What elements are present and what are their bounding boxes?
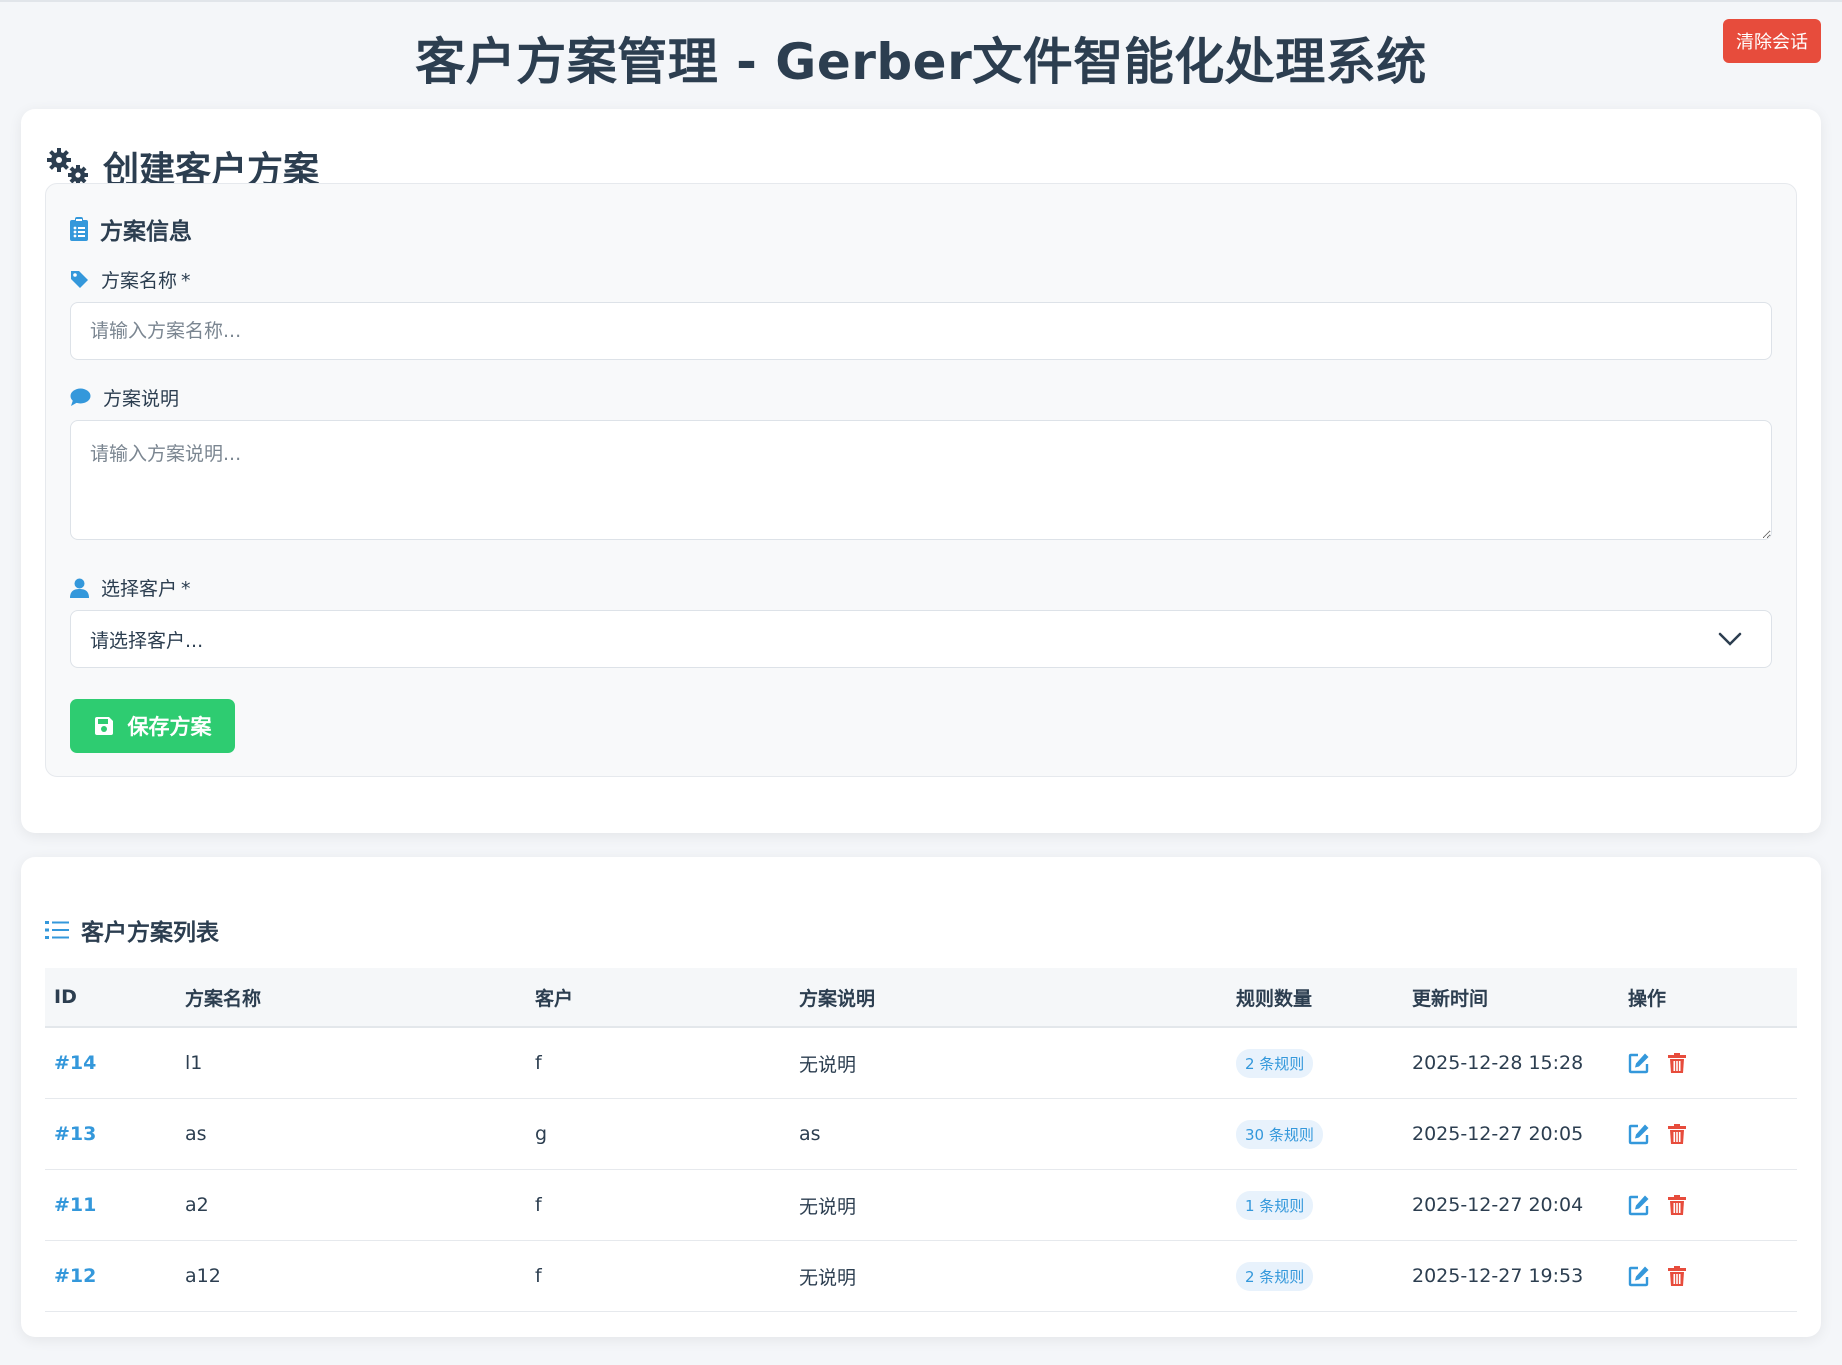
plan-desc-label: 方案说明 [70,384,179,411]
plan-name-input[interactable] [70,302,1772,360]
chevron-down-icon [1718,632,1742,646]
col-actions: 操作 [1628,987,1667,1010]
table-row: #11 a2 f 无说明 1 条规则 2025-12-27 20:04 [45,1170,1797,1241]
plan-name-cell: a2 [185,1194,209,1216]
desc-cell: 无说明 [799,1195,857,1218]
edit-icon[interactable] [1628,1194,1650,1216]
plan-id-link[interactable]: #13 [54,1123,96,1145]
gears-icon [47,148,88,185]
col-desc: 方案说明 [799,987,876,1010]
plan-info-section: 方案信息 方案名称* 方案说明 选择客户* 请选择客户 [45,183,1797,777]
col-name: 方案名称 [185,987,262,1010]
plan-info-title: 方案信息 [70,212,192,246]
table-row: #14 l1 f 无说明 2 条规则 2025-12-28 15:28 [45,1028,1797,1099]
plan-desc-input[interactable] [70,420,1772,540]
updated-cell: 2025-12-27 20:05 [1412,1123,1584,1145]
table-row: #13 as g as 30 条规则 2025-12-27 20:05 [45,1099,1797,1170]
customer-cell: f [535,1052,542,1074]
rules-badge: 2 条规则 [1236,1261,1314,1291]
trash-icon[interactable] [1666,1052,1688,1074]
create-plan-card: 创建客户方案 方案信息 方案名称 * 请输入方案名称... 方案说明 请输入方案… [21,109,1821,833]
required-mark: * [181,578,191,600]
plan-list-title: 客户方案列表 [81,920,219,946]
save-plan-button[interactable]: 保存方案 [70,699,235,753]
list-icon [45,921,69,939]
desc-cell: as [799,1123,821,1145]
edit-icon[interactable] [1628,1123,1650,1145]
table-row: #12 a12 f 无说明 2 条规则 2025-12-27 19:53 [45,1241,1797,1312]
col-customer: 客户 [535,987,574,1010]
required-mark: * [181,270,191,292]
save-icon [94,717,113,735]
updated-cell: 2025-12-28 15:28 [1412,1052,1584,1074]
table-header: ID 方案名称 客户 方案说明 规则数量 更新时间 操作 [45,968,1797,1028]
plan-name-label: 方案名称 * [70,266,191,293]
customer-cell: f [535,1194,542,1216]
trash-icon[interactable] [1666,1265,1688,1287]
customer-select-value: 请选择客户... [90,629,204,652]
plan-id-link[interactable]: #11 [54,1194,96,1216]
plan-name-cell: as [185,1123,207,1145]
rules-badge: 30 条规则 [1236,1119,1323,1149]
customer-select[interactable]: 请选择客户... [70,610,1772,668]
plan-name-cell: a12 [185,1265,221,1287]
rules-badge: 1 条规则 [1236,1190,1314,1220]
section-title-text: 方案信息 [100,219,192,245]
plan-id-link[interactable]: #14 [54,1052,96,1074]
plan-list-heading: 客户方案列表 [45,913,219,947]
col-updated: 更新时间 [1412,987,1489,1010]
plan-list-card: 客户方案列表 ID 方案名称 客户 方案说明 规则数量 更新时间 操作 #14 … [21,857,1821,1337]
customer-cell: g [535,1123,548,1145]
rules-badge: 2 条规则 [1236,1048,1314,1078]
page-title: 客户方案管理 - Gerber文件智能化处理系统 [415,33,1427,91]
clipboard-list-icon [70,217,88,241]
desc-cell: 无说明 [799,1053,857,1076]
clear-session-button[interactable]: 清除会话 [1723,19,1821,63]
tag-icon [71,271,88,288]
plan-id-link[interactable]: #12 [54,1265,96,1287]
trash-icon[interactable] [1666,1194,1688,1216]
edit-icon[interactable] [1628,1052,1650,1074]
updated-cell: 2025-12-27 19:53 [1412,1265,1584,1287]
user-icon [70,578,89,598]
comment-icon [70,388,91,406]
col-id: ID [54,986,77,1008]
save-plan-label: 保存方案 [127,715,212,739]
desc-cell: 无说明 [799,1266,857,1289]
plan-name-cell: l1 [185,1052,203,1074]
updated-cell: 2025-12-27 20:04 [1412,1194,1584,1216]
plan-table: ID 方案名称 客户 方案说明 规则数量 更新时间 操作 #14 l1 f 无说… [45,968,1797,1312]
customer-cell: f [535,1265,542,1287]
edit-icon[interactable] [1628,1265,1650,1287]
col-rules: 规则数量 [1236,987,1313,1010]
customer-label: 选择客户 * [70,574,191,601]
trash-icon[interactable] [1666,1123,1688,1145]
